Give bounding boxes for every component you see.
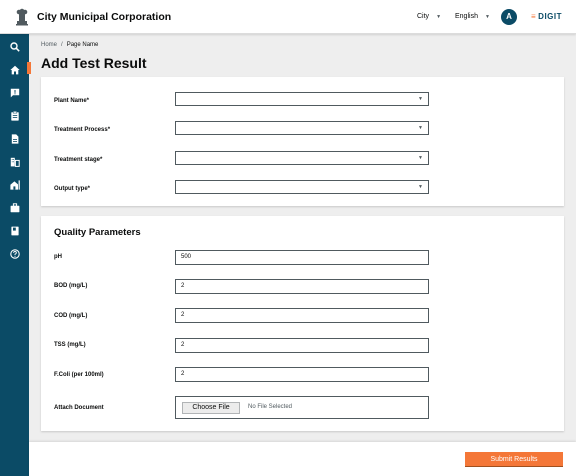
sidebar-item-property[interactable] bbox=[0, 175, 29, 195]
complaint-icon bbox=[10, 88, 19, 98]
sidebar-item-clipboard[interactable] bbox=[0, 106, 29, 126]
sidebar-item-search[interactable] bbox=[0, 37, 29, 57]
output-type-select[interactable]: ▼ bbox=[175, 180, 429, 194]
treatment-stage-select[interactable]: ▼ bbox=[175, 151, 429, 165]
digit-logo-text: DIGIT bbox=[538, 12, 563, 21]
document-icon bbox=[11, 134, 18, 144]
state-emblem-icon bbox=[16, 8, 28, 26]
sidebar-item-briefcase[interactable] bbox=[0, 198, 29, 218]
briefcase-icon bbox=[10, 203, 19, 213]
city-label: City bbox=[417, 13, 430, 20]
sidebar-item-complaints[interactable] bbox=[0, 83, 29, 103]
ecoli-label: F.Coli (per 100ml) bbox=[54, 372, 104, 378]
tss-input[interactable]: 2 bbox=[175, 338, 429, 353]
breadcrumb-current: Page Name bbox=[66, 42, 99, 48]
file-status-text: No File Selected bbox=[248, 404, 293, 410]
bod-input[interactable]: 2 bbox=[175, 279, 429, 294]
chevron-down-icon: ▼ bbox=[418, 155, 423, 161]
chevron-down-icon: ▼ bbox=[418, 96, 423, 102]
clipboard-icon bbox=[10, 111, 19, 121]
attach-document-field: Choose File No File Selected bbox=[175, 396, 429, 419]
chevron-down-icon: ▼ bbox=[436, 14, 442, 20]
help-icon bbox=[9, 249, 20, 259]
app-title: City Municipal Corporation bbox=[37, 11, 172, 23]
chevron-down-icon: ▼ bbox=[484, 14, 490, 20]
page-title: Add Test Result bbox=[41, 55, 147, 71]
plant-details-card: Plant Name* ▼ Treatment Process* ▼ Treat… bbox=[41, 77, 564, 206]
chevron-down-icon: ▼ bbox=[418, 184, 423, 190]
breadcrumb-separator: / bbox=[61, 42, 63, 48]
building-icon bbox=[10, 157, 20, 167]
breadcrumb-home-link[interactable]: Home bbox=[41, 42, 57, 48]
book-icon bbox=[10, 226, 19, 236]
top-header: City Municipal Corporation City ▼ English… bbox=[0, 0, 576, 34]
treatment-stage-label: Treatment stage* bbox=[54, 157, 103, 163]
language-label: English bbox=[455, 13, 478, 20]
cod-label: COD (mg/L) bbox=[54, 313, 88, 319]
sidebar bbox=[0, 34, 31, 476]
quality-parameters-title: Quality Parameters bbox=[54, 227, 141, 238]
sidebar-item-help[interactable] bbox=[0, 244, 29, 264]
chevron-down-icon: ▼ bbox=[418, 125, 423, 131]
digit-logo-icon: ≡ bbox=[531, 12, 537, 21]
ph-input[interactable]: 500 bbox=[175, 250, 429, 265]
sidebar-item-buildings[interactable] bbox=[0, 152, 29, 172]
output-type-label: Output type* bbox=[54, 186, 90, 192]
quality-parameters-card: Quality Parameters pH 500 BOD (mg/L) 2 C… bbox=[41, 216, 564, 431]
treatment-process-label: Treatment Process* bbox=[54, 127, 111, 133]
sidebar-item-home[interactable] bbox=[0, 60, 31, 80]
plant-name-label: Plant Name* bbox=[54, 98, 90, 104]
main-content: Home / Page Name Add Test Result Plant Nam… bbox=[29, 34, 576, 476]
attach-document-label: Attach Document bbox=[54, 405, 104, 411]
sidebar-item-documents[interactable] bbox=[0, 129, 29, 149]
user-avatar[interactable]: A bbox=[501, 9, 517, 25]
cod-input[interactable]: 2 bbox=[175, 308, 429, 323]
sidebar-item-book[interactable] bbox=[0, 221, 29, 241]
search-icon bbox=[9, 42, 20, 52]
home-icon bbox=[9, 65, 20, 75]
ecoli-input[interactable]: 2 bbox=[175, 367, 429, 382]
ph-label: pH bbox=[54, 254, 62, 260]
property-icon bbox=[9, 180, 20, 190]
bod-label: BOD (mg/L) bbox=[54, 283, 88, 289]
tss-label: TSS (mg/L) bbox=[54, 342, 86, 348]
action-bar: Submit Results bbox=[29, 442, 576, 476]
submit-results-button[interactable]: Submit Results bbox=[465, 452, 563, 467]
plant-name-select[interactable]: ▼ bbox=[175, 92, 429, 106]
digit-logo: ≡ DIGIT bbox=[531, 12, 562, 21]
treatment-process-select[interactable]: ▼ bbox=[175, 121, 429, 135]
city-dropdown[interactable]: City ▼ bbox=[417, 13, 441, 20]
language-dropdown[interactable]: English ▼ bbox=[455, 13, 490, 20]
breadcrumb: Home / Page Name bbox=[41, 42, 98, 48]
choose-file-button[interactable]: Choose File bbox=[182, 402, 240, 414]
